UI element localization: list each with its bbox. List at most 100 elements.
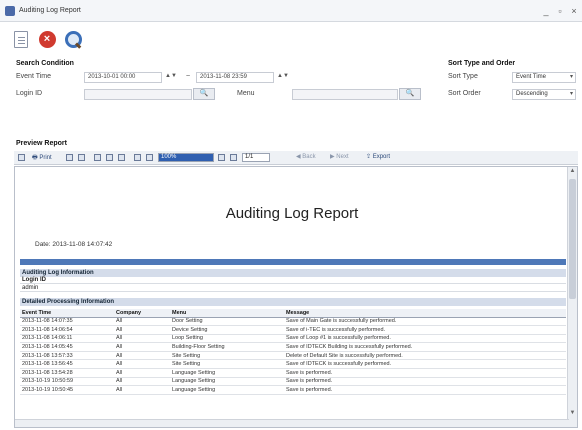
multi-page-icon[interactable]	[106, 154, 113, 161]
cell-event-time: 2013-11-08 14:05:45	[20, 342, 114, 352]
menu-search-button[interactable]: 🔍	[399, 88, 421, 100]
window-title: Auditing Log Report	[19, 7, 81, 14]
table-row: 2013-11-08 13:56:45 All Site Setting Sav…	[20, 359, 566, 370]
menu-input[interactable]	[292, 89, 398, 100]
column-header-message: Message	[284, 309, 566, 318]
vertical-scrollbar[interactable]: ▲ ▼	[567, 167, 577, 427]
cell-message: Save of Loop #1 is successfully performe…	[284, 334, 566, 344]
page-number-input[interactable]: 1/1	[242, 153, 270, 162]
preview-report-title: Preview Report	[16, 140, 67, 147]
log-table: Event Time Company Menu Message 2013-11-…	[20, 309, 566, 395]
magnifier-icon: 🔍	[199, 90, 209, 97]
chevron-down-icon: ▾	[569, 91, 573, 97]
cell-company: All	[114, 359, 170, 370]
scroll-down-icon[interactable]: ▼	[569, 410, 576, 418]
end-time-spinner[interactable]: ▲▼	[277, 73, 289, 79]
maximize-button[interactable]: ▫	[554, 5, 566, 17]
cell-menu: Device Setting	[170, 325, 284, 335]
cell-message: Save of i-TEC is successfully performed.	[284, 325, 566, 335]
search-icon	[64, 30, 82, 48]
find-icon[interactable]	[78, 154, 85, 161]
page-number-value: 1/1	[245, 154, 254, 160]
horizontal-scrollbar[interactable]	[15, 419, 569, 427]
sort-type-label: Sort Type	[448, 73, 478, 80]
back-button[interactable]: ◀ Back	[296, 153, 316, 160]
sort-order-select[interactable]: Descending ▾	[512, 89, 576, 100]
zoom-select[interactable]: 100%	[158, 153, 214, 162]
preview-toolbar: 🖶 Print 100% 1/1 ◀ Back ▶ Next ⇪ Export	[14, 151, 578, 165]
main-toolbar: ×	[0, 23, 582, 55]
auditing-info-header: Auditing Log Information	[20, 269, 566, 277]
continuous-page-icon[interactable]	[118, 154, 125, 161]
cell-message: Save of IDTECK Building is successfully …	[284, 342, 566, 352]
cell-menu: Language Setting	[170, 377, 284, 387]
table-row: 2013-11-08 14:05:45 All Building-Floor S…	[20, 342, 566, 352]
search-button[interactable]	[60, 27, 86, 51]
sort-type-select[interactable]: Event Time ▾	[512, 72, 576, 83]
copy-icon[interactable]	[66, 154, 73, 161]
zoom-value: 100%	[161, 154, 177, 160]
login-id-input[interactable]	[84, 89, 192, 100]
zoom-out-icon[interactable]	[134, 154, 141, 161]
end-time-field[interactable]: 2013-11-08 23:59	[196, 72, 274, 83]
cell-event-time: 2013-10-19 10:50:59	[20, 377, 114, 387]
report-header-bar	[20, 259, 566, 265]
chevron-down-icon: ▾	[569, 74, 573, 80]
table-row: 2013-10-19 10:50:59 All Language Setting…	[20, 377, 566, 387]
column-header-menu: Menu	[170, 309, 284, 318]
single-page-icon[interactable]	[94, 154, 101, 161]
window-title-bar: Auditing Log Report _ ▫ ×	[0, 0, 582, 22]
cell-company: All	[114, 317, 170, 327]
cell-menu: Building-Floor Setting	[170, 342, 284, 352]
zoom-in-icon[interactable]	[146, 154, 153, 161]
open-icon[interactable]	[18, 154, 25, 161]
cell-message: Save is performed.	[284, 377, 566, 387]
start-time-spinner[interactable]: ▲▼	[165, 73, 177, 79]
range-separator: ~	[186, 73, 191, 80]
cell-event-time: 2013-10-19 10:50:45	[20, 385, 114, 395]
window-close-button[interactable]: ×	[568, 5, 580, 17]
table-row: 2013-11-08 13:57:33 All Site Setting Del…	[20, 351, 566, 361]
table-row: 2013-11-08 14:06:54 All Device Setting S…	[20, 325, 566, 335]
cell-company: All	[114, 385, 170, 395]
sort-order-value: Descending	[516, 91, 548, 97]
new-report-button[interactable]	[8, 27, 34, 51]
report-date: Date: 2013-11-08 14:07:42	[35, 241, 113, 248]
report-title: Auditing Log Report	[225, 205, 359, 222]
cell-menu: Loop Setting	[170, 334, 284, 344]
cell-event-time: 2013-11-08 13:56:45	[20, 359, 114, 370]
login-id-header: Login ID	[20, 277, 566, 284]
close-report-button[interactable]: ×	[34, 27, 60, 51]
cell-event-time: 2013-11-08 13:57:33	[20, 351, 114, 361]
cell-message: Delete of Default Site is successfully p…	[284, 351, 566, 361]
magnifier-icon: 🔍	[405, 90, 415, 97]
export-label: Export	[372, 154, 391, 160]
print-label: Print	[39, 155, 52, 161]
cell-message: Save of IDTECK is successfully performed…	[284, 359, 566, 370]
print-button[interactable]: 🖶 Print	[32, 153, 52, 163]
cell-message: Save is performed.	[284, 385, 566, 395]
log-table-header: Event Time Company Menu Message	[20, 309, 566, 318]
start-time-field[interactable]: 2013-10-01 00:00	[84, 72, 162, 83]
cell-message: Save of Main Gate is successfully perfor…	[284, 317, 566, 327]
next-label: Next	[336, 154, 349, 160]
minimize-button[interactable]: _	[540, 5, 552, 17]
detail-info-header: Detailed Processing Information	[20, 298, 566, 306]
scroll-up-icon[interactable]: ▲	[569, 168, 576, 176]
cell-company: All	[114, 377, 170, 387]
new-document-icon	[14, 30, 28, 48]
report-preview-pane[interactable]: Auditing Log Report Date: 2013-11-08 14:…	[14, 166, 578, 428]
login-id-label: Login ID	[16, 90, 43, 97]
first-page-icon[interactable]	[218, 154, 225, 161]
back-label: Back	[302, 154, 316, 160]
cell-menu: Door Setting	[170, 317, 284, 327]
next-button[interactable]: ▶ Next	[330, 153, 349, 160]
scroll-thumb[interactable]	[569, 179, 576, 299]
export-button[interactable]: ⇪ Export	[366, 153, 390, 160]
cell-menu: Language Setting	[170, 385, 284, 395]
cell-company: All	[114, 325, 170, 335]
login-id-search-button[interactable]: 🔍	[193, 88, 215, 100]
cell-company: All	[114, 334, 170, 344]
prev-page-icon[interactable]	[230, 154, 237, 161]
column-header-event-time: Event Time	[20, 309, 114, 318]
